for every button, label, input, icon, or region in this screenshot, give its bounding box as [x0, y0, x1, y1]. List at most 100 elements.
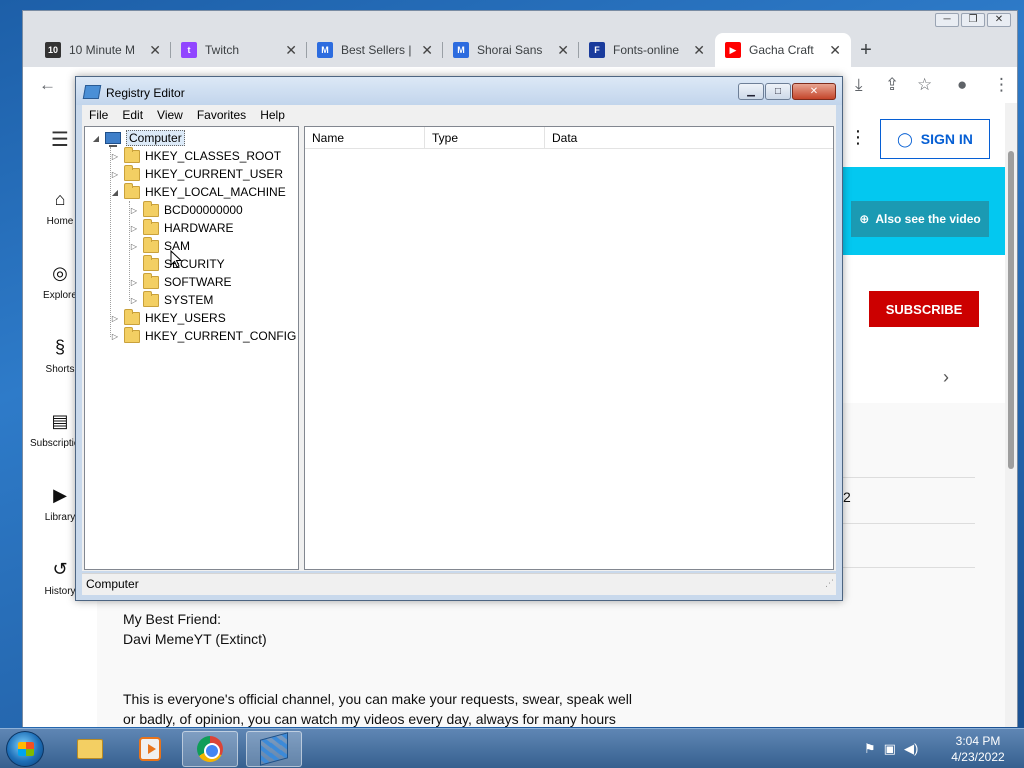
registry-caption-buttons: ▁ □ ✕ [738, 83, 836, 100]
menu-file[interactable]: File [82, 108, 115, 122]
expand-icon[interactable]: ▷ [129, 206, 139, 215]
folder-icon [124, 308, 140, 325]
tab-favicon-icon: 10 [45, 42, 61, 58]
expand-icon[interactable]: ▷ [110, 332, 120, 341]
tab-shorai-sans[interactable]: M Shorai Sans ✕ [443, 33, 579, 67]
page-scrollbar[interactable] [1005, 103, 1017, 727]
install-icon[interactable]: ⤓ [855, 75, 863, 95]
tree-node-bcd[interactable]: ▷ BCD00000000 [129, 200, 243, 219]
new-tab-button[interactable]: + [851, 33, 881, 67]
expand-icon[interactable]: ▷ [129, 296, 139, 305]
tree-node-hkey-classes-root[interactable]: ▷ HKEY_CLASSES_ROOT [110, 146, 281, 165]
folder-icon [143, 272, 159, 289]
tab-title: Fonts-online [613, 43, 680, 57]
desktop-background [0, 0, 22, 730]
column-header-data[interactable]: Data [545, 127, 833, 149]
share-icon[interactable]: ⇪ [885, 75, 899, 95]
registry-values-list[interactable]: Name Type Data [304, 126, 834, 570]
volume-icon[interactable]: ◀) [904, 741, 918, 757]
registry-maximize-button[interactable]: □ [765, 83, 791, 100]
globe-icon: ⊕ [859, 212, 870, 226]
sidebar-item-label: Home [46, 216, 74, 227]
tree-node-computer[interactable]: ◢ Computer [91, 129, 185, 147]
expand-icon[interactable]: ▷ [129, 278, 139, 287]
tree-node-label: SOFTWARE [164, 275, 232, 289]
also-see-label: Also see the video [875, 212, 981, 226]
taskbar-chrome-button[interactable] [182, 731, 238, 767]
tab-close-icon[interactable]: ✕ [285, 42, 297, 59]
taskbar-clock[interactable]: 3:04 PM 4/23/2022 [938, 733, 1018, 765]
tree-node-hkey-current-user[interactable]: ▷ HKEY_CURRENT_USER [110, 164, 284, 183]
tab-10-minute-mail[interactable]: 10 10 Minute M ✕ [35, 33, 171, 67]
profile-icon[interactable]: ● [957, 75, 967, 95]
menu-favorites[interactable]: Favorites [190, 108, 253, 122]
back-arrow-icon[interactable]: ← [39, 75, 56, 95]
sidebar-item-label: History [44, 586, 76, 597]
registry-tree-view[interactable]: ◢ Computer ▷ HKEY_CLASSES_ROOT ▷ HKEY_CU… [84, 126, 299, 570]
tab-close-icon[interactable]: ✕ [693, 42, 705, 59]
browser-close-button[interactable]: ✕ [987, 13, 1011, 27]
scrollbar-thumb[interactable] [1008, 151, 1014, 469]
more-options-icon[interactable]: ⋮ [849, 127, 867, 148]
menu-edit[interactable]: Edit [115, 108, 150, 122]
tab-close-icon[interactable]: ✕ [829, 42, 841, 59]
folder-icon [143, 218, 159, 235]
registry-client-area: ◢ Computer ▷ HKEY_CLASSES_ROOT ▷ HKEY_CU… [82, 125, 836, 571]
expand-icon[interactable]: ▷ [110, 170, 120, 179]
chevron-right-icon[interactable]: › [943, 367, 949, 388]
browser-menu-icon[interactable]: ⋮ [993, 75, 1010, 95]
taskbar-regedit-button[interactable] [246, 731, 302, 767]
tree-node-label: HKEY_USERS [145, 311, 226, 325]
action-center-icon[interactable]: ⚑ [864, 741, 876, 757]
expand-icon[interactable]: ▷ [110, 314, 120, 323]
expand-icon[interactable]: ▷ [129, 224, 139, 233]
menu-help[interactable]: Help [253, 108, 292, 122]
hamburger-menu-icon[interactable]: ☰ [51, 127, 69, 152]
window-title: Registry Editor [106, 86, 185, 100]
sign-in-button[interactable]: ◯ SIGN IN [880, 119, 990, 159]
column-header-type[interactable]: Type [425, 127, 545, 149]
browser-minimize-button[interactable]: ─ [935, 13, 959, 27]
about-text-fragment: 2 [843, 489, 851, 505]
folder-icon [143, 236, 159, 253]
tree-node-hkey-users[interactable]: ▷ HKEY_USERS [110, 308, 226, 327]
registry-editor-window: Registry Editor ▁ □ ✕ File Edit View Fav… [75, 76, 843, 601]
tab-close-icon[interactable]: ✕ [557, 42, 569, 59]
folder-icon [143, 254, 159, 271]
browser-restore-button[interactable]: ❐ [961, 13, 985, 27]
taskbar-media-player-button[interactable] [122, 731, 178, 767]
mouse-cursor-icon [170, 250, 182, 268]
bookmark-star-icon[interactable]: ☆ [917, 75, 932, 95]
registry-minimize-button[interactable]: ▁ [738, 83, 764, 100]
tree-node-label: HKEY_CURRENT_USER [145, 167, 284, 181]
registry-menu-bar: File Edit View Favorites Help [82, 105, 836, 125]
column-header-name[interactable]: Name [305, 127, 425, 149]
tab-gacha-craft[interactable]: ▶ Gacha Craft ✕ [715, 33, 851, 67]
network-icon[interactable]: ▣ [884, 741, 896, 757]
tab-fonts-online[interactable]: F Fonts-online ✕ [579, 33, 715, 67]
expand-icon[interactable]: ▷ [110, 152, 120, 161]
registry-title-bar[interactable]: Registry Editor ▁ □ ✕ [76, 77, 842, 105]
tree-node-software[interactable]: ▷ SOFTWARE [129, 272, 232, 291]
tree-node-hkey-current-config[interactable]: ▷ HKEY_CURRENT_CONFIG [110, 326, 296, 345]
tab-title: Twitch [205, 43, 240, 57]
expand-icon[interactable]: ▷ [129, 242, 139, 251]
tree-node-system[interactable]: ▷ SYSTEM [129, 290, 213, 309]
tab-twitch[interactable]: t Twitch ✕ [171, 33, 307, 67]
start-button[interactable] [6, 731, 44, 767]
also-see-video-button[interactable]: ⊕ Also see the video [851, 201, 989, 237]
tab-best-sellers[interactable]: M Best Sellers | ✕ [307, 33, 443, 67]
resize-grip-icon[interactable]: ⋰ [825, 573, 834, 593]
collapse-icon[interactable]: ◢ [110, 188, 120, 197]
tab-close-icon[interactable]: ✕ [421, 42, 433, 59]
subscribe-button[interactable]: SUBSCRIBE [869, 291, 979, 327]
taskbar-explorer-button[interactable] [62, 731, 118, 767]
tree-node-hardware[interactable]: ▷ HARDWARE [129, 218, 234, 237]
tree-node-hkey-local-machine[interactable]: ◢ HKEY_LOCAL_MACHINE [110, 182, 286, 201]
collapse-icon[interactable]: ◢ [91, 134, 101, 143]
folder-icon [124, 326, 140, 343]
status-path: Computer [86, 577, 139, 591]
menu-view[interactable]: View [150, 108, 190, 122]
tab-close-icon[interactable]: ✕ [149, 42, 161, 59]
registry-close-button[interactable]: ✕ [792, 83, 836, 100]
